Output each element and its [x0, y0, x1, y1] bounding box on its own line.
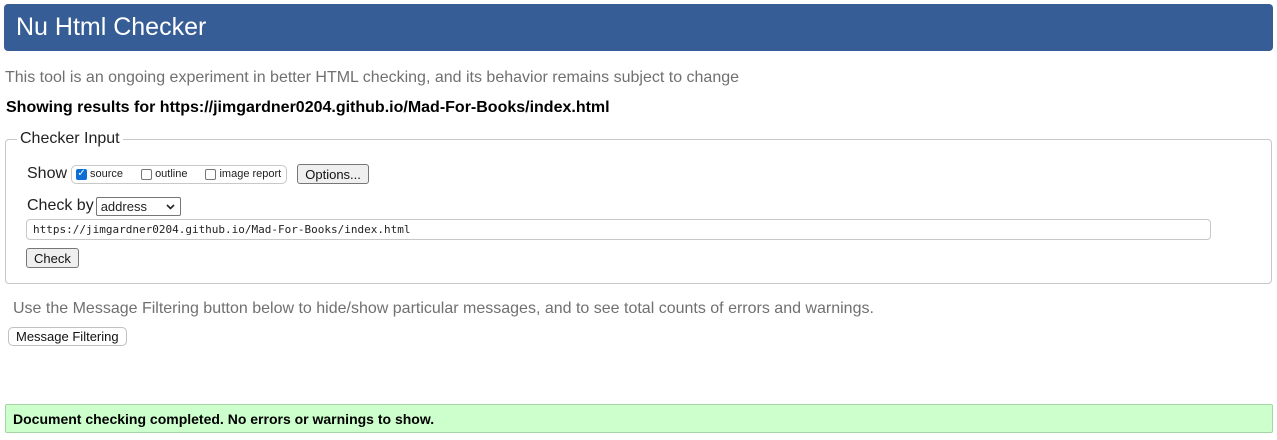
check-by-select[interactable]: address	[95, 196, 181, 216]
message-filtering-button[interactable]: Message Filtering	[8, 327, 127, 346]
source-option-label: source	[90, 168, 124, 180]
show-label: Show	[27, 165, 68, 182]
message-filtering-intro: Use the Message Filtering button below t…	[13, 300, 874, 317]
checker-input-legend: Checker Input	[17, 130, 123, 148]
page-header: Nu Html Checker	[4, 4, 1273, 51]
result-status-message: Document checking completed. No errors o…	[5, 404, 1273, 433]
url-input[interactable]: https://jimgardner0204.github.io/Mad-For…	[26, 219, 1211, 240]
show-row: Show ✓ source outline image report Optio…	[27, 163, 369, 185]
image-report-checkbox[interactable]	[205, 168, 217, 180]
show-source-option[interactable]: ✓ source	[76, 168, 123, 180]
outline-checkbox[interactable]	[141, 168, 153, 180]
image-report-option-label: image report	[219, 168, 282, 180]
show-image-report-option[interactable]: image report	[205, 168, 281, 180]
show-outline-option[interactable]: outline	[141, 168, 187, 180]
intro-text: This tool is an ongoing experiment in be…	[5, 69, 740, 86]
check-by-label: Check by	[27, 197, 94, 214]
page: Nu Html Checker This tool is an ongoing …	[0, 0, 1277, 440]
chevron-down-icon	[166, 203, 175, 210]
page-title: Nu Html Checker	[16, 13, 207, 41]
results-heading: Showing results for https://jimgardner02…	[6, 99, 610, 116]
check-by-row: Check by address	[27, 196, 181, 216]
options-button[interactable]: Options...	[297, 164, 369, 184]
check-button[interactable]: Check	[26, 248, 79, 268]
source-checkbox[interactable]: ✓	[76, 168, 88, 180]
checker-input-fieldset	[5, 139, 1272, 284]
outline-option-label: outline	[155, 168, 188, 180]
check-by-selected-value: address	[100, 198, 147, 214]
show-options-group: ✓ source outline image report	[71, 164, 288, 184]
